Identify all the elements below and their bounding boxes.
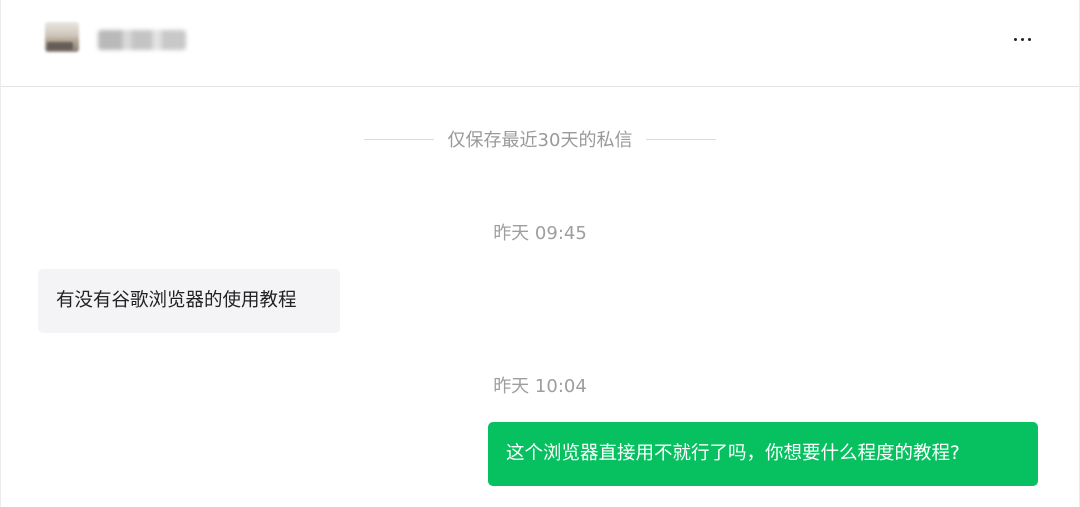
retention-notice: 仅保存最近30天的私信 xyxy=(1,124,1079,154)
chat-header: ····· xyxy=(1,0,1079,87)
message-timestamp: 昨天 10:04 xyxy=(493,376,587,397)
more-horizontal-icon xyxy=(1012,37,1033,41)
outgoing-message-bubble[interactable]: 这个浏览器直接用不就行了吗，你想要什么程度的教程? xyxy=(488,422,1038,486)
more-options-button[interactable] xyxy=(1009,26,1035,52)
avatar[interactable] xyxy=(45,22,79,52)
chat-window: ····· 仅保存最近30天的私信 昨天 09:45 有没有谷歌浏览器的使用教程… xyxy=(0,0,1080,507)
incoming-message-bubble[interactable]: 有没有谷歌浏览器的使用教程 xyxy=(38,269,340,333)
retention-notice-text: 仅保存最近30天的私信 xyxy=(447,130,633,151)
divider-right xyxy=(646,138,717,140)
divider-left xyxy=(363,138,434,140)
message-timestamp: 昨天 09:45 xyxy=(493,223,587,244)
username[interactable]: ····· xyxy=(98,30,186,50)
